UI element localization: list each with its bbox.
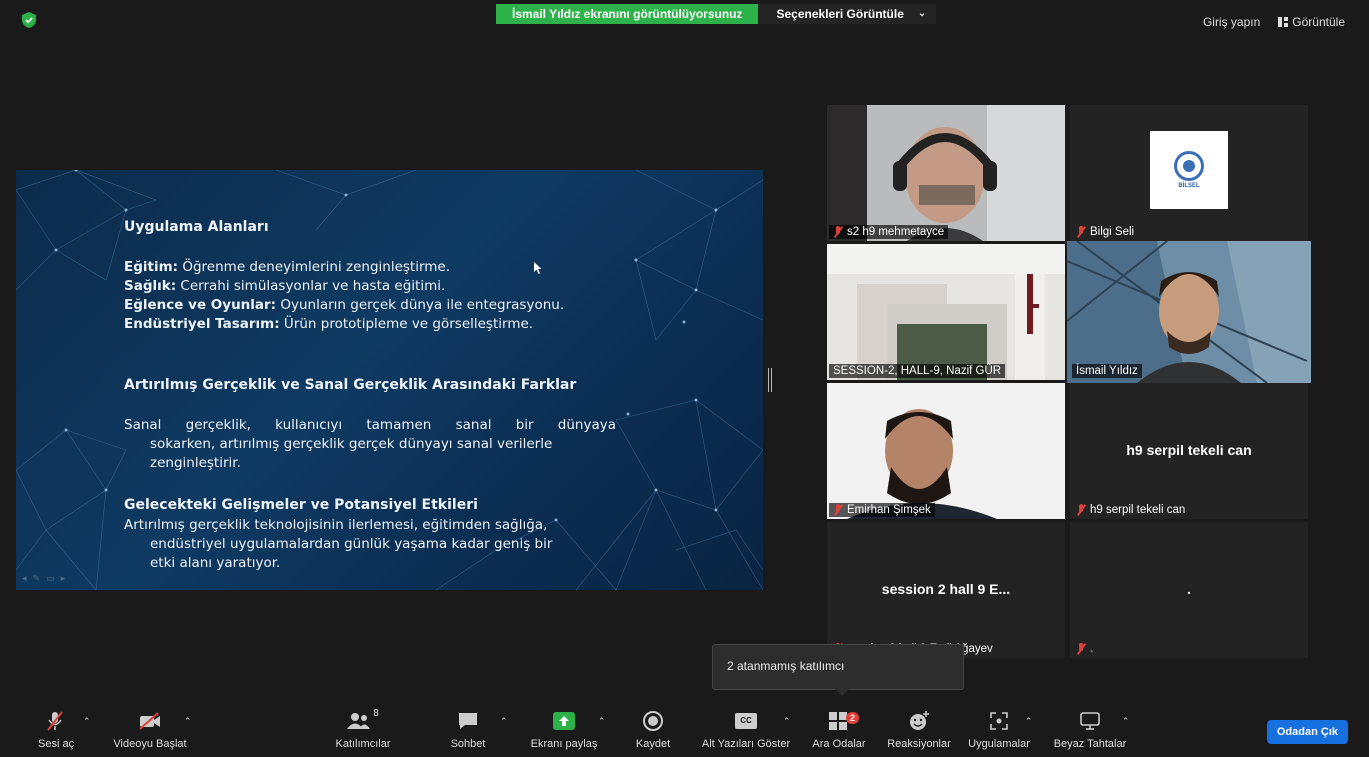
participant-video [827, 105, 1065, 241]
slide-annotation-tools[interactable]: ◂✎▭▸ [22, 573, 71, 584]
view-options-button[interactable]: Seçenekleri Görüntüle ⌄ [758, 4, 937, 24]
view-button-label: Görüntüle [1292, 15, 1345, 29]
participant-profile-logo: BİLSEL [1150, 131, 1228, 209]
participant-display-name: h9 serpil tekeli can [1126, 442, 1252, 459]
meeting-toolbar: Sesi aç ⌃ Videoyu Başlat ⌃ 8 Katılımcıla… [0, 700, 1369, 757]
participant-name-label: İsmail Yıldız [1072, 364, 1142, 378]
slide-bullet: Eğitim: Öğrenme deneyimlerini zenginleşt… [124, 259, 451, 275]
participant-tile[interactable]: h9 serpil tekeli can h9 serpil tekeli ca… [1070, 383, 1308, 519]
participant-tile[interactable]: session 2 hall 9 E... session 2 hall 9 E… [827, 522, 1065, 658]
whiteboards-button[interactable]: Beyaz Tahtalar [1050, 708, 1130, 750]
chevron-down-icon: ⌄ [917, 8, 927, 19]
share-screen-button[interactable]: Ekranı paylaş [528, 708, 600, 750]
participant-video [827, 383, 1065, 519]
grid-view-icon [1278, 17, 1289, 27]
participant-name-label: Emirhan Şimşek [829, 503, 935, 517]
start-video-button[interactable]: Videoyu Başlat [110, 708, 190, 750]
slide-bullet: Sağlık: Cerrahi simülasyonlar ve hasta e… [124, 278, 446, 294]
video-options-caret[interactable]: ⌃ [184, 716, 192, 727]
share-screen-icon [553, 712, 575, 730]
video-off-icon [139, 712, 160, 730]
audio-options-caret[interactable]: ⌃ [83, 716, 91, 727]
participant-tile[interactable]: SESSION-2, HALL-9, Nazif GÜR [827, 244, 1065, 380]
participant-video [1067, 241, 1311, 383]
chat-button[interactable]: Sohbet [448, 708, 488, 750]
reactions-icon [910, 711, 929, 730]
slide-paragraph-future: Artırılmış gerçeklik teknolojisinin iler… [124, 517, 553, 571]
participant-name-label: h9 serpil tekeli can [1072, 503, 1189, 517]
mic-muted-icon [833, 226, 843, 238]
pen-icon[interactable]: ✎ [33, 573, 47, 583]
apps-options-caret[interactable]: ⌃ [1025, 716, 1033, 727]
split-view-divider-handle[interactable] [768, 368, 772, 392]
reactions-button[interactable]: Reaksiyonlar [884, 708, 954, 750]
breakout-badge: 2 [846, 712, 860, 724]
participants-icon [347, 713, 371, 729]
screen-share-banner: İsmail Yıldız ekranını görüntülüyorsunuz… [496, 4, 937, 24]
chat-options-caret[interactable]: ⌃ [500, 716, 508, 727]
participant-display-name: . [1187, 581, 1191, 598]
whiteboard-options-caret[interactable]: ⌃ [1122, 716, 1130, 727]
mic-muted-icon [1076, 226, 1086, 238]
slide-bullet: Eğlence ve Oyunlar: Oyunların gerçek dün… [124, 297, 565, 313]
leave-room-button[interactable]: Odadan Çık [1266, 720, 1348, 744]
show-captions-button[interactable]: CC Alt Yazıları Göster [698, 708, 794, 750]
sign-in-button[interactable]: Giriş yapın [1199, 12, 1264, 32]
slide-heading-differences: Artırılmış Gerçeklik ve Sanal Gerçeklik … [124, 377, 577, 393]
slides-icon[interactable]: ▭ [46, 573, 61, 583]
slide-paragraph-differences: Sanal gerçeklik, kullanıcıyı tamamen san… [124, 417, 616, 471]
shared-screen-slide[interactable]: Uygulama Alanları Eğitim: Öğrenme deneyi… [16, 170, 763, 590]
arrow-right-icon[interactable]: ▸ [61, 573, 72, 583]
participant-name-label: s2 h9 mehmetayce [829, 225, 949, 239]
mic-muted-icon [1076, 643, 1086, 655]
view-options-label: Seçenekleri Görüntüle [776, 7, 904, 21]
participant-tile[interactable]: BİLSEL Bilgi Seli [1070, 105, 1308, 241]
participant-tile-active-speaker[interactable]: İsmail Yıldız [1067, 241, 1311, 383]
participant-tile[interactable]: . . [1070, 522, 1308, 658]
arrow-left-icon[interactable]: ◂ [22, 573, 33, 583]
view-button[interactable]: Görüntüle [1274, 12, 1349, 32]
apps-icon [990, 712, 1008, 730]
share-status-text: İsmail Yıldız ekranını görüntülüyorsunuz [496, 4, 759, 24]
breakout-rooms-button[interactable]: Ara Odalar 2 [808, 708, 870, 750]
participants-button[interactable]: 8 Katılımcılar [328, 708, 398, 750]
record-icon [643, 711, 663, 731]
participant-tile[interactable]: s2 h9 mehmetayce [827, 105, 1065, 241]
security-shield-icon[interactable] [22, 12, 36, 28]
captions-icon: CC [735, 713, 757, 729]
unassigned-participants-tooltip: 2 atanmamış katılımcı [712, 644, 964, 696]
whiteboard-icon [1080, 712, 1100, 730]
participant-name-label: . [1072, 642, 1097, 656]
mouse-cursor-icon [534, 262, 542, 274]
participant-name-label: SESSION-2, HALL-9, Nazif GÜR [829, 364, 1006, 378]
slide-heading-future: Gelecekteki Gelişmeler ve Potansiyel Etk… [124, 497, 478, 513]
participant-display-name: session 2 hall 9 E... [881, 581, 1011, 598]
apps-button[interactable]: Uygulamalar [964, 708, 1034, 750]
participants-count: 8 [373, 708, 379, 719]
participant-tile[interactable]: Emirhan Şimşek [827, 383, 1065, 519]
bilsel-logo-icon [1174, 151, 1204, 181]
slide-heading-applications: Uygulama Alanları [124, 219, 269, 235]
mic-muted-icon [1076, 504, 1086, 516]
share-options-caret[interactable]: ⌃ [598, 716, 606, 727]
mic-muted-icon [47, 711, 63, 731]
unmute-button[interactable]: Sesi aç [38, 708, 74, 750]
participant-video [827, 244, 1065, 380]
participant-name-label: Bilgi Seli [1072, 225, 1138, 239]
captions-options-caret[interactable]: ⌃ [783, 716, 791, 727]
record-button[interactable]: Kaydet [630, 708, 676, 750]
chat-icon [459, 713, 477, 729]
slide-bullet: Endüstriyel Tasarım: Ürün prototipleme v… [124, 316, 534, 332]
mic-muted-icon [833, 504, 843, 516]
